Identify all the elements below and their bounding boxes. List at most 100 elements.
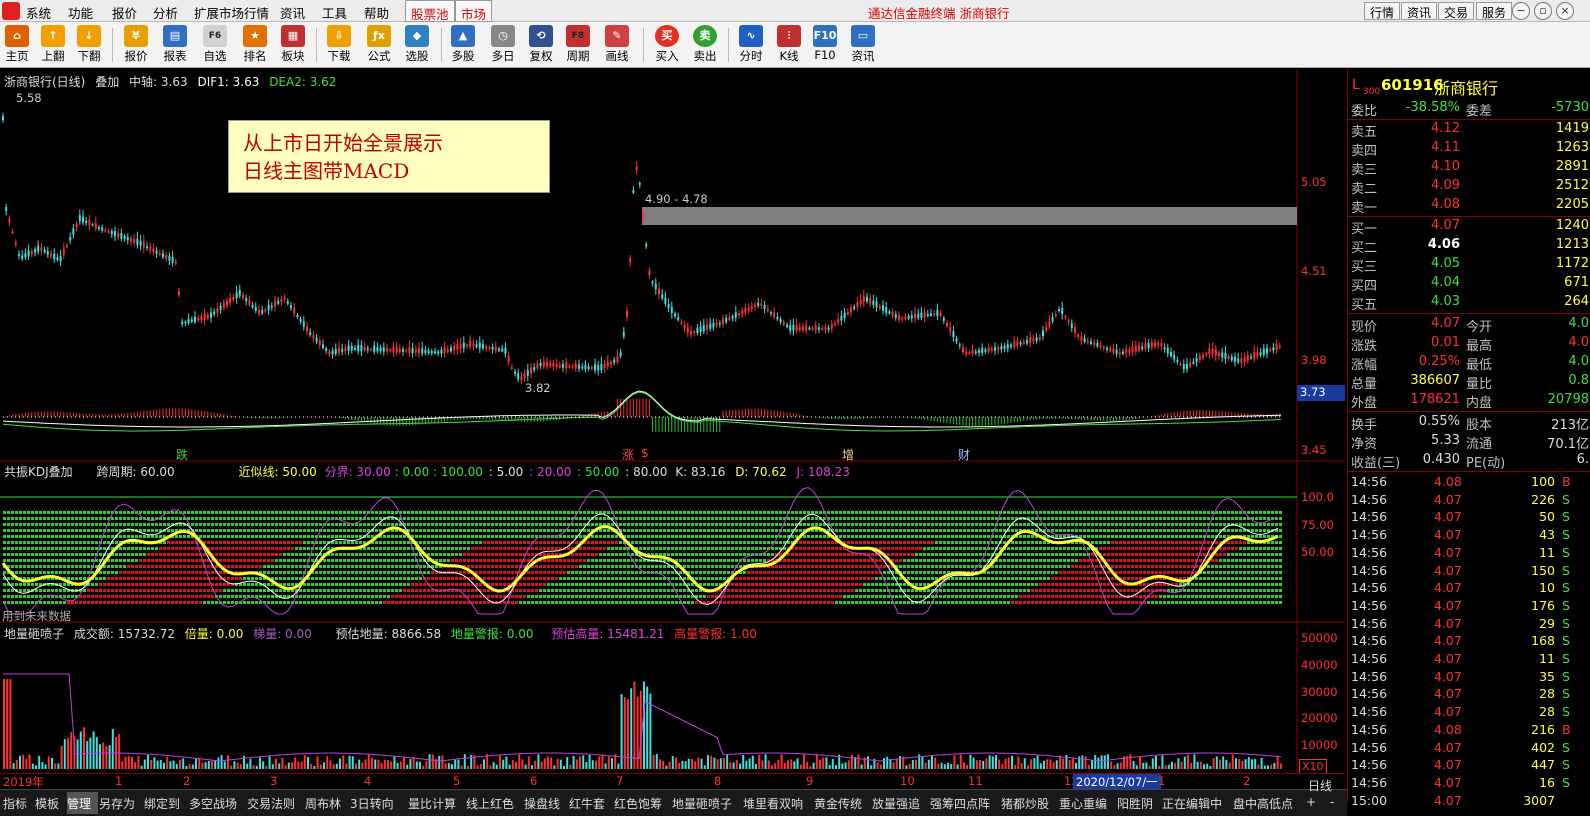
kdj-cell xyxy=(455,595,458,598)
kdj-cell xyxy=(363,589,366,592)
kdj-cell xyxy=(263,523,266,526)
kdj-cell xyxy=(819,523,822,526)
kdj-cell xyxy=(795,511,798,514)
close-icon[interactable]: × xyxy=(1556,2,1574,20)
kdj-cell xyxy=(299,577,302,580)
kdj-cell xyxy=(243,589,246,592)
kdj-cell xyxy=(143,577,146,580)
板块-button[interactable]: ▦ 板块 xyxy=(273,24,313,66)
minimize-icon[interactable]: − xyxy=(1512,2,1530,20)
资讯-button[interactable]: ▭ 资讯 xyxy=(843,24,883,66)
top-right-button[interactable]: 交易 xyxy=(1438,2,1475,20)
多日-button[interactable]: ◷ 多日 xyxy=(483,24,523,66)
kdj-cell xyxy=(647,517,650,520)
restore-icon[interactable]: ▫ xyxy=(1534,2,1552,20)
kdj-cell xyxy=(163,547,166,550)
kdj-cell xyxy=(875,535,878,538)
kdj-cell xyxy=(903,541,906,544)
kdj-cell xyxy=(619,547,622,550)
画线-button[interactable]: ✎ 画线 xyxy=(597,24,637,66)
kdj-cell xyxy=(855,577,858,580)
kdj-cell xyxy=(675,535,678,538)
kdj-cell xyxy=(359,529,362,532)
kdj-cell xyxy=(763,577,766,580)
kdj-cell xyxy=(107,571,110,574)
K线-button[interactable]: ⫶ K线 xyxy=(769,24,809,66)
kdj-cell xyxy=(663,547,666,550)
menu-5[interactable]: 资讯 xyxy=(280,3,305,22)
F10-button[interactable]: F10 F10 xyxy=(805,24,845,66)
kdj-cell xyxy=(439,553,442,556)
多股-button[interactable]: ▲ 多股 xyxy=(443,24,483,66)
kdj-cell xyxy=(79,577,82,580)
candle-body xyxy=(597,365,600,371)
kdj-cell xyxy=(795,553,798,556)
kdj-cell xyxy=(755,541,758,544)
下载-button[interactable]: ⇩ 下载 xyxy=(319,24,359,66)
kdj-cell xyxy=(919,577,922,580)
chart-area[interactable]: 浙商银行(日线) 叠加 中轴: 3.63 DIF1: 3.63 DEA2: 3.… xyxy=(0,69,1345,774)
kdj-cell xyxy=(659,517,662,520)
kdj-cell xyxy=(15,601,18,604)
报价-button[interactable]: ¥ 报价 xyxy=(116,24,156,66)
menu-4[interactable]: 扩展市场行情 xyxy=(194,3,269,22)
candle-body xyxy=(1266,348,1268,354)
kdj-cell xyxy=(483,517,486,520)
排名-button[interactable]: ★ 排名 xyxy=(235,24,275,66)
卖出-button[interactable]: 卖卖出 xyxy=(685,24,725,66)
上翻-button[interactable]: ↑ 上翻 xyxy=(33,24,73,66)
kdj-cell xyxy=(123,547,126,550)
menu-7[interactable]: 帮助 xyxy=(364,3,389,22)
menu-2[interactable]: 报价 xyxy=(112,3,137,22)
menu-1[interactable]: 功能 xyxy=(68,3,93,22)
kdj-cell xyxy=(819,511,822,514)
menu-3[interactable]: 分析 xyxy=(153,3,178,22)
kdj-cell xyxy=(147,523,150,526)
top-right-button[interactable]: 行情 xyxy=(1364,2,1401,20)
主页-button[interactable]: ⌂ 主页 xyxy=(0,24,37,66)
kdj-cell xyxy=(19,571,22,574)
menu-0[interactable]: 系统 xyxy=(26,3,51,22)
kdj-cell xyxy=(751,517,754,520)
kdj-cell xyxy=(291,577,294,580)
复权-button[interactable]: ⟲ 复权 xyxy=(521,24,561,66)
kdj-cell xyxy=(847,529,850,532)
menu-6[interactable]: 工具 xyxy=(322,3,347,22)
kdj-cell xyxy=(391,547,394,550)
kdj-cell xyxy=(603,553,606,556)
kdj-cell xyxy=(343,577,346,580)
top-right-button[interactable]: 服务 xyxy=(1476,2,1513,20)
kdj-cell xyxy=(227,595,230,598)
kdj-cell xyxy=(291,535,294,538)
分时-button[interactable]: ∿ 分时 xyxy=(731,24,771,66)
kdj-cell xyxy=(191,583,194,586)
kdj-cell xyxy=(591,571,594,574)
menu-tab-1[interactable]: 市场 xyxy=(455,0,493,22)
top-right-button[interactable]: 资讯 xyxy=(1401,2,1438,20)
menu-tab-0[interactable]: 股票池 xyxy=(405,0,455,22)
公式-button[interactable]: ƒx 公式 xyxy=(359,24,399,66)
kdj-cell xyxy=(487,589,490,592)
kdj-cell xyxy=(419,559,422,562)
买入-button[interactable]: 买买入 xyxy=(647,24,687,66)
kdj-cell xyxy=(595,571,598,574)
选股-button[interactable]: ◆ 选股 xyxy=(397,24,437,66)
candle-body xyxy=(629,258,632,263)
kdj-cell xyxy=(755,535,758,538)
kdj-cell xyxy=(143,535,146,538)
kdj-cell xyxy=(919,529,922,532)
下翻-button[interactable]: ↓ 下翻 xyxy=(69,24,109,66)
kdj-cell xyxy=(623,601,626,604)
kdj-cell xyxy=(707,583,710,586)
candle-body xyxy=(1250,356,1252,359)
candle-body xyxy=(1208,348,1211,355)
kdj-cell xyxy=(443,547,446,550)
周期-button[interactable]: F8 周期 xyxy=(558,24,598,66)
chart-canvas[interactable] xyxy=(0,69,1345,773)
kdj-cell xyxy=(151,559,154,562)
kdj-cell xyxy=(175,571,178,574)
自选-button[interactable]: F6 自选 xyxy=(195,24,235,66)
kdj-cell xyxy=(251,517,254,520)
报表-button[interactable]: ▤ 报表 xyxy=(155,24,195,66)
kdj-cell xyxy=(875,559,878,562)
